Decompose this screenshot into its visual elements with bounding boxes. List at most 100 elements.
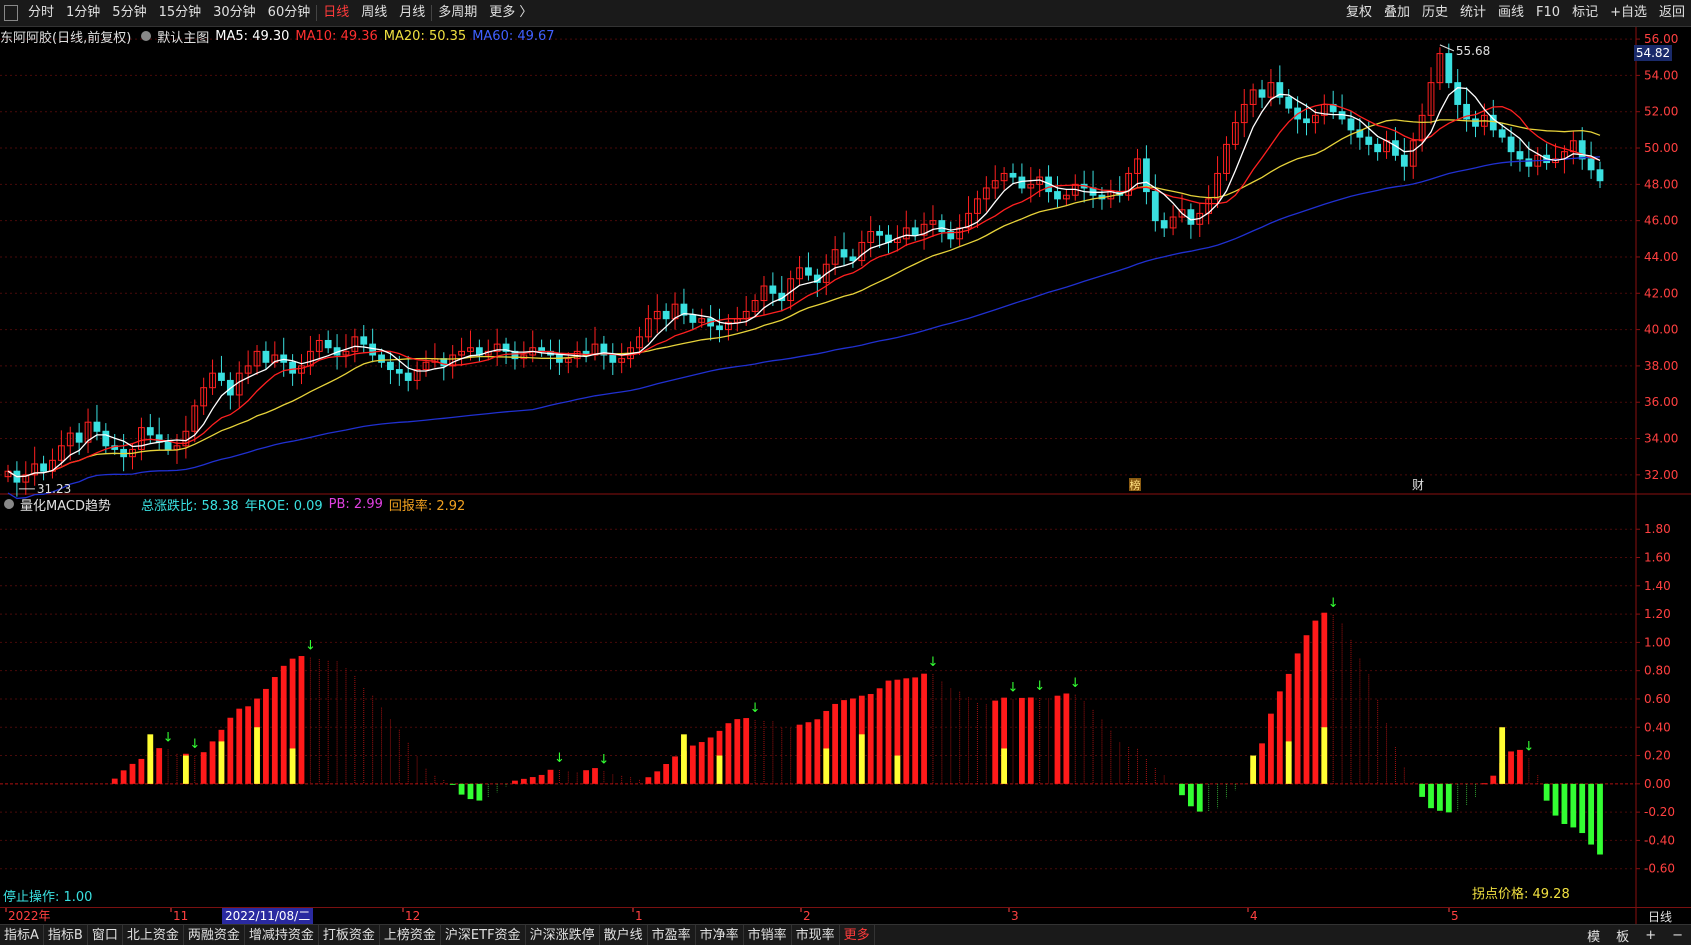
candle-body xyxy=(324,339,332,349)
main-axis-label-0: 56.00 xyxy=(1644,32,1678,46)
tool-button-5[interactable]: F10 xyxy=(1530,0,1566,26)
macd-bar-neg-falling xyxy=(1543,783,1550,801)
period-tab-7[interactable]: 周线 xyxy=(355,0,393,26)
candle-body xyxy=(1365,136,1373,145)
ind-axis-label-4: 1.00 xyxy=(1644,635,1671,649)
stock-terminal-window: 56.00 54.00 52.00 50.00 48.00 46.00 44.00 42.00… xyxy=(0,0,1691,945)
macd-bar-rising xyxy=(245,706,252,784)
macd-bar-rising xyxy=(138,758,145,784)
tool-buttons: 复权 叠加 历史 统计 画线 F10 标记 +自选 返回 xyxy=(1340,0,1691,26)
candle-body xyxy=(1285,96,1293,109)
macd-bar-rising xyxy=(529,777,536,784)
volume-signal-bar xyxy=(858,734,865,784)
candle-body xyxy=(218,372,225,381)
template-dropdown-icon[interactable] xyxy=(141,31,152,41)
indicator-tab-15[interactable]: 更多 xyxy=(840,925,875,945)
indicator-tab-5[interactable]: 增减持资金 xyxy=(245,925,319,945)
period-tab-1[interactable]: 1分钟 xyxy=(60,0,106,26)
indicator-tab-12[interactable]: 市净率 xyxy=(696,925,744,945)
tool-button-3[interactable]: 统计 xyxy=(1454,0,1492,26)
macd-bar-rising xyxy=(280,665,287,784)
indicator-name[interactable]: 量化MACD趋势 xyxy=(20,495,111,514)
indicator-tab-10[interactable]: 散户线 xyxy=(600,925,648,945)
bottom-control-1[interactable]: 板 xyxy=(1608,926,1637,945)
indicator-tab-1[interactable]: 指标B xyxy=(44,925,88,945)
macd-bar-neg-falling xyxy=(1196,783,1203,812)
tool-button-8[interactable]: 返回 xyxy=(1653,0,1691,26)
candle-body xyxy=(1400,154,1408,167)
indicator-tab-11[interactable]: 市盈率 xyxy=(648,925,696,945)
indicator-tab-9[interactable]: 沪深涨跌停 xyxy=(526,925,600,945)
bottom-control-3[interactable]: − xyxy=(1664,928,1691,943)
current-price-tag: 54.82 xyxy=(1634,45,1672,61)
ind-axis-label-8: 0.20 xyxy=(1644,749,1671,763)
tool-button-1[interactable]: 叠加 xyxy=(1378,0,1416,26)
tool-button-0[interactable]: 复权 xyxy=(1340,0,1378,26)
macd-bar-rising xyxy=(1268,713,1274,784)
candle-body xyxy=(289,361,296,374)
bottom-control-0[interactable]: 模 xyxy=(1579,926,1608,945)
macd-bar-neg-falling xyxy=(1597,783,1603,855)
period-tab-6[interactable]: 日线 xyxy=(317,0,355,26)
ind-axis-label-2: 1.40 xyxy=(1644,579,1671,593)
period-tab-5[interactable]: 60分钟 xyxy=(262,0,317,26)
volume-signal-bar xyxy=(716,755,723,784)
candle-body xyxy=(1516,151,1524,160)
stock-name[interactable]: 东阿阿胶(日线,前复权) xyxy=(0,27,131,46)
tool-button-4[interactable]: 画线 xyxy=(1492,0,1530,26)
macd-bar-rising xyxy=(512,780,518,784)
indicator-tab-2[interactable]: 窗口 xyxy=(88,925,123,945)
sell-arrow: ↓ xyxy=(554,751,565,766)
indicator-tab-list: 指标A 指标B 窗口 北上资金 两融资金 增减持资金 打板资金 上榜资金 沪深ETF资金 沪深涨跌… xyxy=(0,925,875,945)
sell-arrow: ↓ xyxy=(1070,676,1081,691)
period-tab-3[interactable]: 15分钟 xyxy=(153,0,208,26)
indicator-tab-14[interactable]: 市现率 xyxy=(792,925,840,945)
ma20-value: MA20: 50.35 xyxy=(383,28,467,44)
candle-body xyxy=(769,285,777,294)
macd-bar-rising xyxy=(1312,620,1319,784)
macd-bar-rising xyxy=(921,673,927,784)
main-axis-label-11: 34.00 xyxy=(1644,432,1678,446)
indicator-tab-8[interactable]: 沪深ETF资金 xyxy=(441,925,526,945)
period-tab-0[interactable]: 分时 xyxy=(22,0,60,26)
macd-bar-neg-falling xyxy=(1428,783,1434,809)
indicator-tab-0[interactable]: 指标A xyxy=(0,925,44,945)
candle-body xyxy=(93,421,101,432)
candle-body xyxy=(1596,169,1604,182)
macd-bar-rising xyxy=(538,774,545,784)
candle-body xyxy=(1258,89,1266,98)
macd-bar-rising xyxy=(867,693,874,784)
indicator-tab-4[interactable]: 两融资金 xyxy=(184,925,245,945)
indicator-tab-3[interactable]: 北上资金 xyxy=(123,925,184,945)
indicator-tab-7[interactable]: 上榜资金 xyxy=(380,925,441,945)
indicator-bars xyxy=(111,612,1603,855)
indicator-tab-6[interactable]: 打板资金 xyxy=(319,925,380,945)
ind-axis-label-3: 1.20 xyxy=(1644,607,1671,621)
macd-bar-rising xyxy=(654,771,661,784)
indicator-tab-13[interactable]: 市销率 xyxy=(744,925,792,945)
period-tab-9[interactable]: 多周期 xyxy=(432,0,483,26)
tool-button-7[interactable]: +自选 xyxy=(1604,0,1653,26)
candle-body xyxy=(609,354,617,363)
window-menu-icon[interactable] xyxy=(4,5,18,21)
period-tab-10[interactable]: 更多 〉 xyxy=(483,0,538,26)
template-name[interactable]: 默认主图 xyxy=(157,27,209,46)
tool-button-2[interactable]: 历史 xyxy=(1416,0,1454,26)
volume-signal-bar xyxy=(1321,727,1328,784)
macd-bar-rising xyxy=(885,680,892,784)
tool-button-6[interactable]: 标记 xyxy=(1566,0,1604,26)
bottom-control-2[interactable]: + xyxy=(1637,928,1664,943)
period-tab-4[interactable]: 30分钟 xyxy=(207,0,262,26)
period-tab-8[interactable]: 月线 xyxy=(393,0,431,26)
candle-body xyxy=(1187,209,1195,225)
indicator-dropdown-icon[interactable] xyxy=(4,499,14,509)
period-tab-2[interactable]: 5分钟 xyxy=(106,0,152,26)
main-axis-label-4: 48.00 xyxy=(1644,177,1678,191)
macd-bar-rising xyxy=(698,742,705,784)
chart-canvas[interactable]: 56.00 54.00 52.00 50.00 48.00 46.00 44.00 42.00… xyxy=(0,0,1691,945)
volume-signal-bar xyxy=(1499,727,1506,784)
volume-signal-bar xyxy=(218,741,225,784)
macd-bar-rising xyxy=(743,718,750,784)
candle-body xyxy=(840,249,848,258)
candle-body xyxy=(938,220,946,233)
